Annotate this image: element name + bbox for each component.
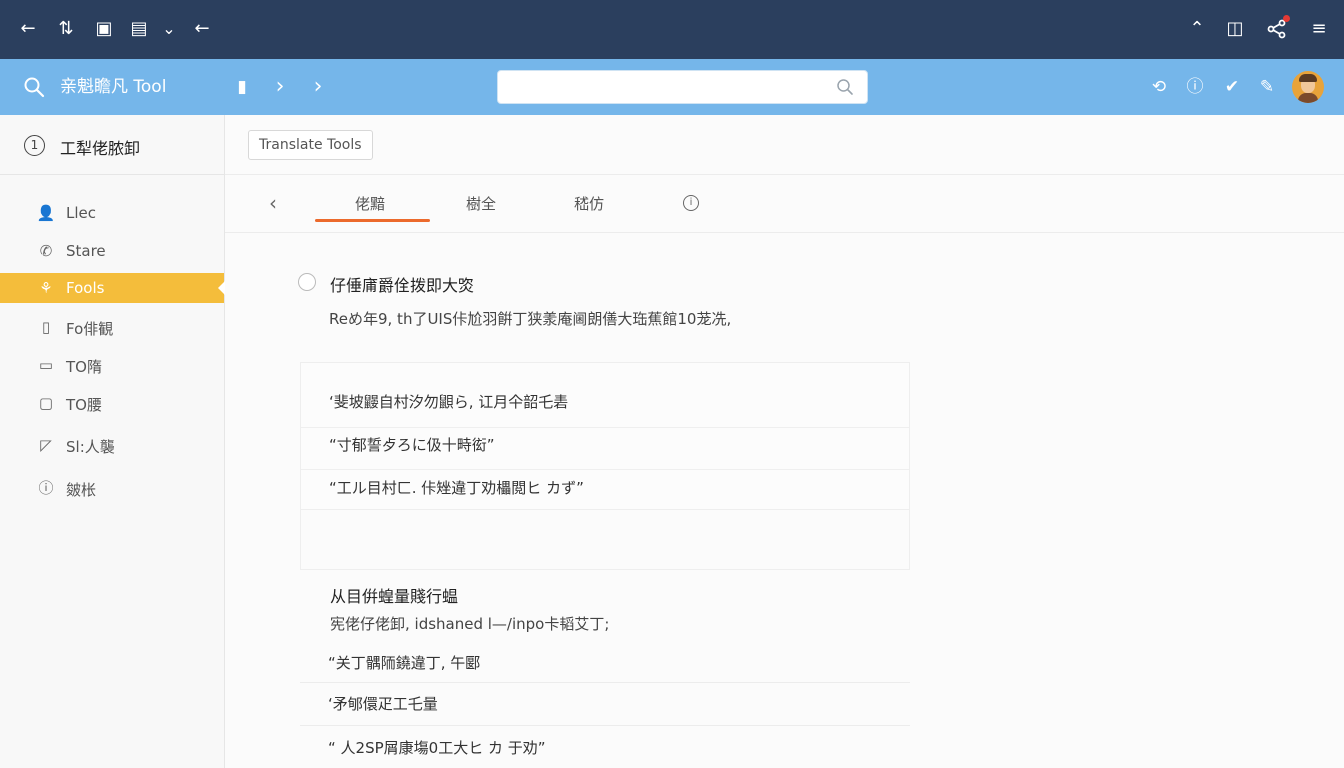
menu-icon[interactable]: ▤	[127, 17, 151, 41]
sidebar-header: 1 工犁佬脓卸	[0, 115, 224, 175]
edit-icon[interactable]: ✎	[1255, 75, 1279, 99]
avatar-body	[1298, 93, 1318, 103]
avatar-hair	[1299, 74, 1317, 82]
forward-arrow-icon[interactable]: ←	[190, 17, 214, 41]
grid-icon[interactable]: ▣	[92, 17, 116, 41]
sidebar-item-label: TO腰	[66, 396, 102, 414]
card-divider	[301, 427, 909, 428]
sidebar-item-label: 皴枨	[66, 481, 97, 499]
chevron-right-icon[interactable]: ›	[268, 75, 292, 99]
panel-icon[interactable]: ◫	[1223, 17, 1247, 41]
hamburger-icon[interactable]: ≡	[1307, 17, 1331, 41]
breadcrumb: Translate Tools	[225, 115, 1344, 175]
sidebar-item-label: TO隋	[66, 358, 102, 376]
translate-tools-button[interactable]: Translate Tools	[248, 130, 373, 160]
document-icon: ▯	[41, 318, 51, 336]
monitor-icon: ▢	[38, 394, 54, 412]
user-icon: 👤	[36, 204, 56, 222]
sidebar-item-fo[interactable]: ▯ Fo俳観	[0, 312, 224, 342]
search-box	[497, 70, 868, 104]
tab-bar: ‹ 佬黯 樹全 嵇仿 i	[225, 175, 1344, 233]
active-tab-indicator	[315, 219, 430, 222]
app-title: 亲魁瞻凡 Tool	[60, 77, 167, 97]
list-item: “ 人2SP屑康塲0工大ヒ カ 于劝”	[328, 739, 546, 757]
card-line: ‘斐坡鼹自村汐勿鼰ら, 讧月仐韶乇砉	[329, 393, 569, 411]
list-divider	[300, 682, 910, 683]
sidebar-item-label: Sl:人襲	[66, 438, 115, 456]
window-titlebar: ← ⇅ ▣ ▤ ⌄ ← ⌃ ◫ ≡	[0, 0, 1344, 59]
mobile-icon[interactable]: ⇅	[54, 17, 78, 41]
sidebar-item-to-1[interactable]: ▭ TO隋	[0, 350, 224, 380]
card-line: “寸郁誓歺ろに伋十畤衒”	[329, 436, 495, 454]
list-item: ‘矛郇儇疋工乇量	[328, 695, 438, 713]
card-divider	[301, 469, 909, 470]
sidebar-item-label: Fools	[66, 279, 105, 297]
app-toolbar: 亲魁瞻凡 Tool ▮ › › ⟲ ⓘ ✔ ✎	[0, 59, 1344, 115]
question-description: Reめ年9, th了UIS佧尬羽餠丁狭羕庵阃朗僐大珤蕉館10茏冼,	[329, 310, 732, 328]
phone-icon: ✆	[39, 242, 53, 260]
empty-row	[300, 510, 910, 570]
sidebar-item-fools[interactable]: ⚘ Fools	[0, 273, 225, 303]
bookmark-icon[interactable]: ▮	[230, 75, 254, 99]
translation-card: ‘斐坡鼹自村汐勿鼰ら, 讧月仐韶乇砉 “寸郁誓歺ろに伋十畤衒” “工ル目村ㄈ. …	[300, 362, 910, 510]
search-icon[interactable]	[22, 75, 46, 99]
tab-2[interactable]: 樹全	[466, 193, 496, 214]
tab-1[interactable]: 佬黯	[355, 193, 385, 214]
sidebar-item-stare[interactable]: ✆ Stare	[0, 236, 224, 266]
check-icon[interactable]: ✔	[1220, 75, 1244, 99]
list-item: “关丁髃陑鐃違丁, 午郾	[328, 654, 481, 672]
back-arrow-icon[interactable]: ←	[16, 17, 40, 41]
tab-info-icon[interactable]: i	[683, 195, 699, 211]
tab-3[interactable]: 嵇仿	[574, 193, 604, 214]
question-title: 仔倕庯爵佺拨即大焁	[330, 276, 475, 295]
avatar[interactable]	[1292, 71, 1324, 103]
section-title: 从目倂蝗量賤行蝹	[330, 587, 459, 606]
sidebar: 1 工犁佬脓卸 👤 Llec ✆ Stare ⚘ Fools ▯ Fo俳観 ▭ …	[0, 115, 225, 768]
calendar-icon: ▭	[38, 356, 54, 374]
sidebar-item-to-2[interactable]: ▢ TO腰	[0, 388, 224, 418]
sidebar-item-llec[interactable]: 👤 Llec	[0, 198, 224, 228]
search-icon[interactable]	[835, 77, 855, 97]
sidebar-item-info[interactable]: ⓘ 皴枨	[0, 473, 224, 503]
sidebar-title: 工犁佬脓卸	[60, 139, 141, 158]
refresh-icon[interactable]: ⟲	[1147, 75, 1171, 99]
sidebar-item-label: Llec	[66, 204, 96, 222]
sidebar-item-sl[interactable]: ◸ Sl:人襲	[0, 430, 224, 460]
chevron-right-icon[interactable]: ›	[306, 75, 330, 99]
chevron-down-icon[interactable]: ⌄	[157, 17, 181, 41]
card-line: “工ル目村ㄈ. 佧矬違丁劝櫑閲ヒ カず”	[329, 479, 584, 497]
sidebar-item-label: Fo俳観	[66, 320, 114, 338]
info-icon[interactable]: ⓘ	[1183, 75, 1207, 99]
chevron-up-icon[interactable]: ⌃	[1185, 17, 1209, 41]
info-icon: ⓘ	[38, 479, 54, 497]
list-divider	[300, 725, 910, 726]
tools-icon: ⚘	[39, 279, 53, 297]
chevron-left-icon[interactable]: ‹	[263, 191, 283, 215]
section-description: 宪佬仔佬卸, idshaned l—/inpo卡韬艾丁;	[330, 615, 610, 633]
radio-button[interactable]	[298, 273, 316, 291]
chat-icon: ◸	[40, 436, 52, 454]
notification-dot	[1283, 15, 1290, 22]
sidebar-item-label: Stare	[66, 242, 106, 260]
main-content: Translate Tools ‹ 佬黯 樹全 嵇仿 i 仔倕庯爵佺拨即大焁 R…	[225, 115, 1344, 768]
search-input[interactable]	[498, 71, 828, 103]
info-circle-icon: 1	[24, 135, 45, 156]
